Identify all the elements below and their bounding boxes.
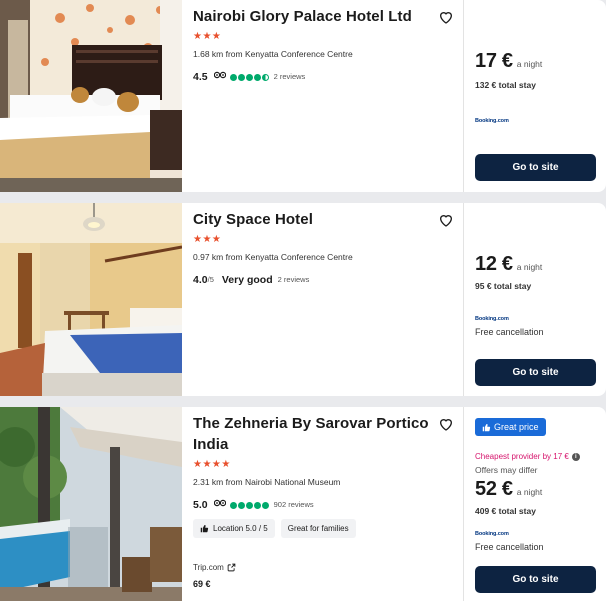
price-panel: 12 € a night 95 € total stay Booking.com … xyxy=(463,203,606,396)
go-to-site-button[interactable]: Go to site xyxy=(475,359,596,386)
partner-name[interactable]: Trip.com xyxy=(193,563,224,572)
hotel-name[interactable]: City Space Hotel xyxy=(193,209,433,230)
cheapest-provider: Cheapest provider by 17 € i xyxy=(475,452,580,461)
hotel-distance: 0.97 km from Kenyatta Conference Centre xyxy=(193,252,353,262)
total-stay: 409 € total stay xyxy=(475,506,536,516)
great-price-badge: Great price xyxy=(475,418,546,436)
review-count[interactable]: 2 reviews xyxy=(274,71,306,83)
hotel-photo[interactable] xyxy=(0,407,182,601)
price-panel: Great price Cheapest provider by 17 € i … xyxy=(463,407,606,601)
hotel-distance: 2.31 km from Nairobi National Museum xyxy=(193,477,341,487)
heart-outline-icon[interactable] xyxy=(438,416,454,432)
rating-scale: /5 xyxy=(207,275,214,284)
hotel-photo[interactable] xyxy=(0,0,182,192)
owl-icon xyxy=(213,499,226,511)
thumbs-up-icon xyxy=(482,423,491,431)
hotel-photo[interactable] xyxy=(0,203,182,396)
bedroom-photo-illustration xyxy=(0,0,182,192)
price-panel: 17 € a night 132 € total stay Booking.com… xyxy=(463,0,606,192)
total-stay: 95 € total stay xyxy=(475,281,532,291)
hotel-name[interactable]: Nairobi Glory Palace Hotel Ltd xyxy=(193,6,433,27)
review-count[interactable]: 902 reviews xyxy=(274,499,314,511)
free-cancellation: Free cancellation xyxy=(475,542,544,552)
rating-dots xyxy=(229,501,269,509)
provider-logo: Booking.com xyxy=(475,118,509,124)
free-cancellation: Free cancellation xyxy=(475,327,544,337)
hotel-distance: 1.68 km from Kenyatta Conference Centre xyxy=(193,49,353,59)
star-rating: ★★★ xyxy=(193,234,222,245)
hotel-name[interactable]: The Zehneria By Sarovar Portico India xyxy=(193,413,433,455)
star-rating: ★★★★ xyxy=(193,459,231,470)
go-to-site-button[interactable]: Go to site xyxy=(475,566,596,593)
partner-price: 69 € xyxy=(193,579,211,589)
rating-verbal: Very good xyxy=(221,274,273,286)
provider-logo: Booking.com xyxy=(475,316,509,322)
rating-row: 4.5 2 reviews xyxy=(193,71,463,83)
rating-score: 4.5 xyxy=(193,71,208,83)
location-chip: Location 5.0 / 5 xyxy=(193,519,275,538)
info-icon[interactable]: i xyxy=(571,452,580,461)
provider-logo: Booking.com xyxy=(475,531,509,537)
rating-row: 4.0 /5 Very good 2 reviews xyxy=(193,274,463,286)
bedroom-photo-illustration xyxy=(0,203,182,396)
families-chip: Great for families xyxy=(280,519,356,538)
hotel-card[interactable]: Nairobi Glory Palace Hotel Ltd ★★★ 1.68 … xyxy=(0,0,606,192)
nightly-price: 52 € a night xyxy=(475,478,543,500)
alt-partner[interactable]: Trip.com xyxy=(193,563,236,572)
nightly-price: 17 € a night xyxy=(475,50,543,72)
pool-terrace-photo-illustration xyxy=(0,407,182,601)
rating-dots xyxy=(229,73,269,81)
star-rating: ★★★ xyxy=(193,31,222,42)
owl-icon xyxy=(213,71,226,83)
rating-score: 5.0 xyxy=(193,499,208,511)
highlight-chips: Location 5.0 / 5 Great for families xyxy=(193,519,463,538)
thumbs-up-icon xyxy=(200,525,209,533)
rating-score: 4.0 xyxy=(193,274,208,286)
nightly-price: 12 € a night xyxy=(475,253,543,275)
go-to-site-button[interactable]: Go to site xyxy=(475,154,596,181)
total-stay: 132 € total stay xyxy=(475,80,536,90)
rating-row: 5.0 902 reviews xyxy=(193,499,463,511)
offers-differ: Offers may differ xyxy=(475,465,538,475)
heart-outline-icon[interactable] xyxy=(438,212,454,228)
hotel-card[interactable]: The Zehneria By Sarovar Portico India ★★… xyxy=(0,407,606,601)
review-count[interactable]: 2 reviews xyxy=(278,274,310,286)
external-link-icon[interactable] xyxy=(227,563,236,572)
heart-outline-icon[interactable] xyxy=(438,9,454,25)
hotel-card[interactable]: City Space Hotel ★★★ 0.97 km from Kenyat… xyxy=(0,203,606,396)
